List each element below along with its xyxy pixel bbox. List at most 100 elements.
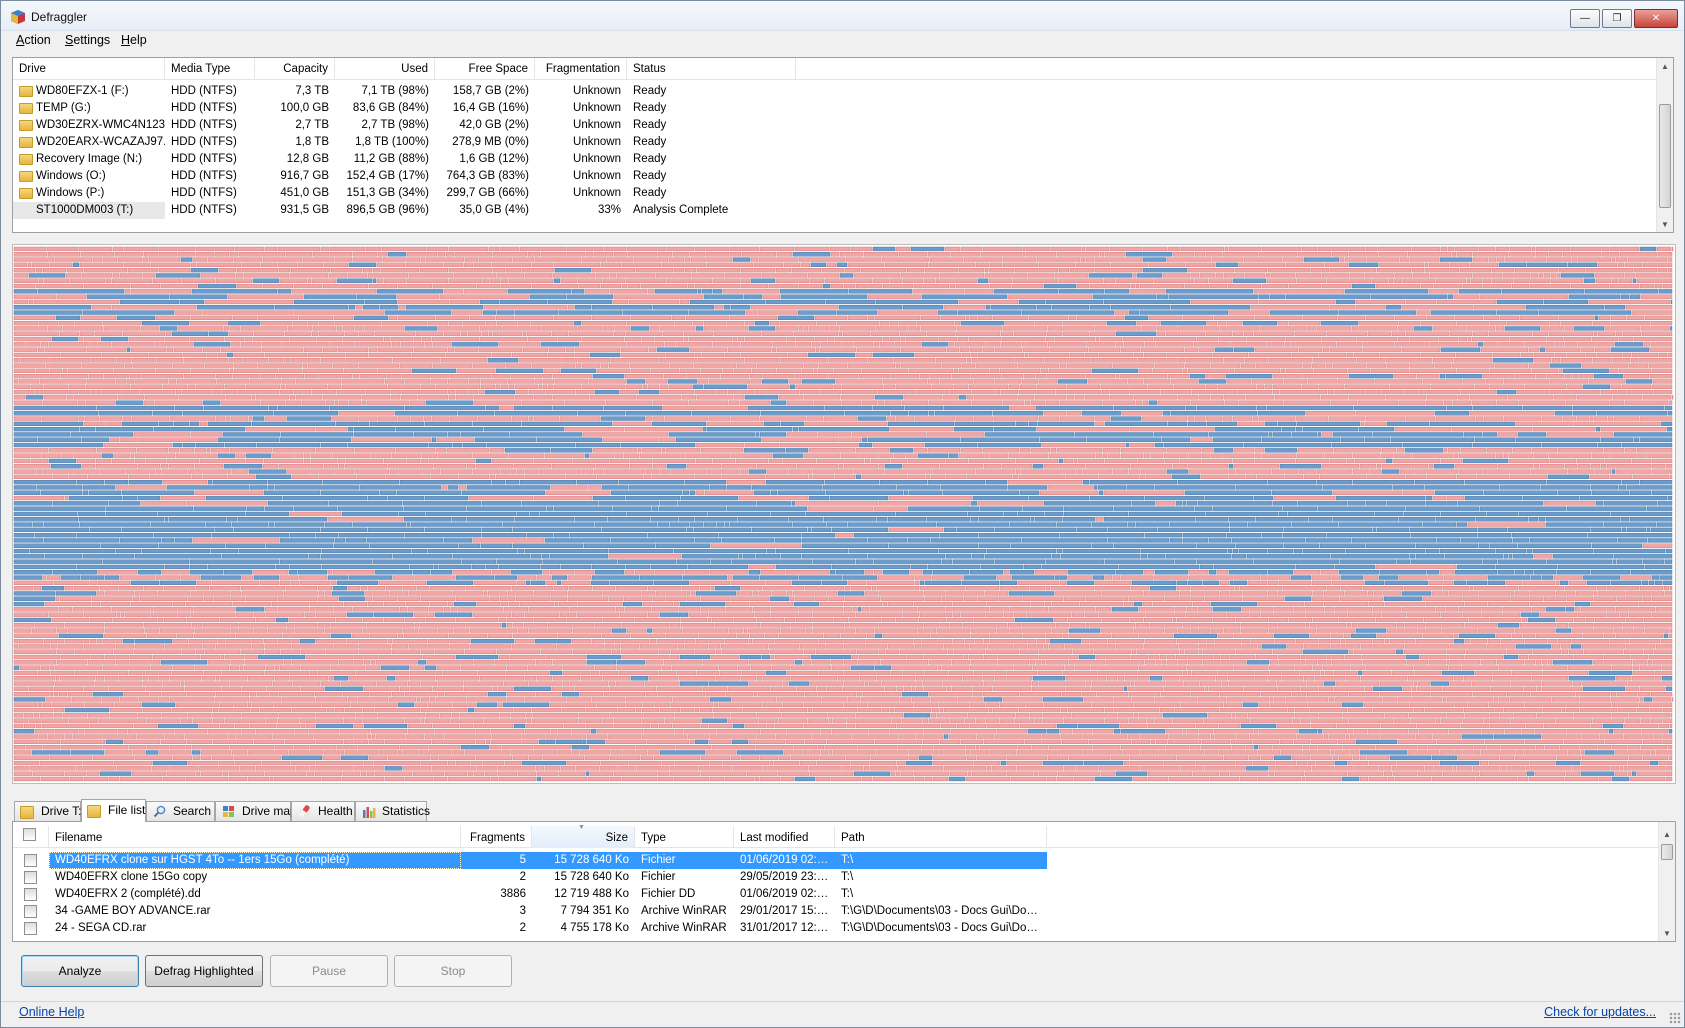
drive-cell-status: Ready — [633, 187, 667, 199]
file-checkbox[interactable] — [24, 905, 37, 918]
scroll-up-icon[interactable]: ▲ — [1657, 58, 1673, 74]
pause-button[interactable]: Pause — [270, 955, 388, 987]
file-cell-size: 12 719 488 Ko — [554, 888, 629, 900]
drive-row[interactable]: Windows (P:) HDD (NTFS) 451,0 GB 151,3 GB (… — [13, 185, 1658, 202]
scroll-thumb[interactable] — [1659, 104, 1671, 208]
drive-cell-capacity: 12,8 GB — [286, 153, 329, 165]
col-type[interactable]: Type — [635, 826, 734, 848]
file-cell-modified: 01/06/2019 02:14 — [734, 852, 835, 869]
file-cell-fragments: 3 — [519, 905, 526, 917]
close-button[interactable]: ✕ — [1634, 9, 1678, 28]
col-capacity[interactable]: Capacity — [255, 58, 335, 80]
col-select-all[interactable] — [13, 826, 49, 848]
file-cell-name: 34 -GAME BOY ADVANCE.rar — [55, 905, 211, 917]
tab-file-list-label: File list — [108, 803, 146, 817]
drive-cell-drive: Recovery Image (N:) — [36, 153, 143, 165]
check-updates-link[interactable]: Check for updates... — [1544, 1005, 1656, 1019]
scroll-up-icon[interactable]: ▲ — [1659, 826, 1675, 842]
col-last-modified[interactable]: Last modified — [734, 826, 835, 848]
file-checkbox[interactable] — [24, 871, 37, 884]
drive-cell-capacity: 931,5 GB — [280, 204, 329, 216]
col-free-space[interactable]: Free Space — [435, 58, 535, 80]
file-cell-modified: 01/06/2019 02:19 — [740, 888, 830, 900]
drive-cell-free: 1,6 GB (12%) — [459, 153, 529, 165]
drive-row[interactable]: ST1000DM003 (T:) HDD (NTFS) 931,5 GB 896,5 … — [13, 202, 1658, 219]
scroll-thumb[interactable] — [1661, 844, 1673, 860]
drive-row[interactable]: Recovery Image (N:) HDD (NTFS) 12,8 GB 11,2… — [13, 151, 1658, 168]
tab-drive[interactable]: Drive T: — [14, 801, 81, 821]
folder-icon — [20, 806, 34, 819]
drive-list-header: Drive Media Type Capacity Used Free Spac… — [13, 58, 1658, 80]
col-path[interactable]: Path — [835, 826, 1047, 848]
drive-cell-used: 896,5 GB (96%) — [346, 204, 429, 216]
file-row[interactable]: WD40EFRX 2 (complété).dd 3886 12 719 488 K… — [13, 886, 1658, 903]
folder-icon — [87, 805, 101, 818]
online-help-link[interactable]: Online Help — [19, 1005, 84, 1019]
file-cell-size: 7 794 351 Ko — [560, 905, 629, 917]
tab-search[interactable]: Search — [146, 801, 215, 821]
file-cell-fragments: 5 — [461, 852, 532, 869]
drive-map-icon — [223, 806, 234, 817]
menu-action[interactable]: Action — [16, 33, 51, 47]
drive-list-scrollbar[interactable]: ▲ ▼ — [1656, 58, 1673, 232]
tab-file-list[interactable]: File list — [81, 799, 146, 822]
drive-cell-used: 83,6 GB (84%) — [352, 102, 429, 114]
drive-row[interactable]: WD20EARX-WCAZAJ97... HDD (NTFS) 1,8 TB 1,8 … — [13, 134, 1658, 151]
menu-bar: Action Settings Help — [1, 31, 1684, 51]
drive-row[interactable]: TEMP (G:) HDD (NTFS) 100,0 GB 83,6 GB (84%)… — [13, 100, 1658, 117]
file-checkbox[interactable] — [24, 922, 37, 935]
drive-cell-free: 299,7 GB (66%) — [446, 187, 529, 199]
file-list-scrollbar[interactable]: ▲ ▼ — [1658, 822, 1675, 941]
stop-button[interactable]: Stop — [394, 955, 512, 987]
file-cell-fragments: 3886 — [500, 888, 526, 900]
close-icon: ✕ — [1651, 13, 1661, 24]
resize-grip[interactable] — [1669, 1012, 1681, 1024]
file-checkbox[interactable] — [24, 888, 37, 901]
col-drive[interactable]: Drive — [13, 58, 165, 80]
col-media-type[interactable]: Media Type — [165, 58, 255, 80]
file-row[interactable]: WD40EFRX clone sur HGST 4To -- 1ers 15Go… — [13, 852, 1658, 869]
drive-cell-media: HDD (NTFS) — [171, 170, 237, 182]
drive-cell-used: 1,8 TB (100%) — [355, 136, 429, 148]
file-list-header: Filename Fragments Size Type Last modifi… — [13, 826, 1658, 848]
drive-cell-frag: Unknown — [573, 136, 621, 148]
file-row[interactable]: 24 - SEGA CD.rar 2 4 755 178 Ko Archive Win… — [13, 920, 1658, 937]
tab-drive-map[interactable]: Drive map — [215, 801, 297, 821]
col-used[interactable]: Used — [335, 58, 435, 80]
drive-row[interactable]: Windows (O:) HDD (NTFS) 916,7 GB 152,4 GB (… — [13, 168, 1658, 185]
menu-settings[interactable]: Settings — [65, 33, 110, 47]
analyze-button[interactable]: Analyze — [21, 955, 139, 987]
drive-map — [12, 244, 1676, 784]
file-cell-path: T:\G\D\Documents\03 - Docs Gui\Docs\... — [841, 905, 1047, 917]
drive-row[interactable]: WD30EZRX-WMC4N123... HDD (NTFS) 2,7 TB 2,7 … — [13, 117, 1658, 134]
col-fragments[interactable]: Fragments — [461, 826, 532, 848]
drive-cell-status: Ready — [633, 119, 667, 131]
tab-health[interactable]: Health — [291, 801, 355, 821]
drive-cell-capacity: 2,7 TB — [295, 119, 329, 131]
statistics-icon — [363, 807, 376, 818]
scroll-down-icon[interactable]: ▼ — [1657, 216, 1673, 232]
minimize-button[interactable]: — — [1570, 9, 1600, 28]
col-fragmentation[interactable]: Fragmentation — [535, 58, 627, 80]
maximize-button[interactable]: ❐ — [1602, 9, 1632, 28]
title-bar: Defraggler — ❐ ✕ — [1, 1, 1684, 31]
col-status[interactable]: Status — [627, 58, 796, 80]
tab-statistics[interactable]: Statistics — [355, 801, 430, 821]
drive-cell-free: 278,9 MB (0%) — [452, 136, 529, 148]
drive-cell-drive: WD30EZRX-WMC4N123... — [36, 119, 165, 131]
drive-row[interactable]: WD80EFZX-1 (F:) HDD (NTFS) 7,3 TB 7,1 TB (9… — [13, 83, 1658, 100]
col-filename[interactable]: Filename — [49, 826, 461, 848]
defraggler-window: Defraggler — ❐ ✕ Action Settings Help Dr… — [0, 0, 1685, 1028]
file-checkbox[interactable] — [24, 854, 37, 867]
file-row[interactable]: 34 -GAME BOY ADVANCE.rar 3 7 794 351 Ko Arc… — [13, 903, 1658, 920]
defrag-highlighted-button[interactable]: Defrag Highlighted — [145, 955, 263, 987]
drive-cell-frag: Unknown — [573, 102, 621, 114]
file-cell-fragments: 2 — [519, 871, 526, 883]
drive-cell-status: Ready — [633, 102, 667, 114]
select-all-checkbox[interactable] — [23, 828, 36, 841]
drive-cell-media: HDD (NTFS) — [171, 153, 237, 165]
scroll-down-icon[interactable]: ▼ — [1659, 925, 1675, 941]
file-row[interactable]: WD40EFRX clone 15Go copy 2 15 728 640 Ko Fi… — [13, 869, 1658, 886]
drive-cell-media: HDD (NTFS) — [171, 119, 237, 131]
menu-help[interactable]: Help — [121, 33, 147, 47]
